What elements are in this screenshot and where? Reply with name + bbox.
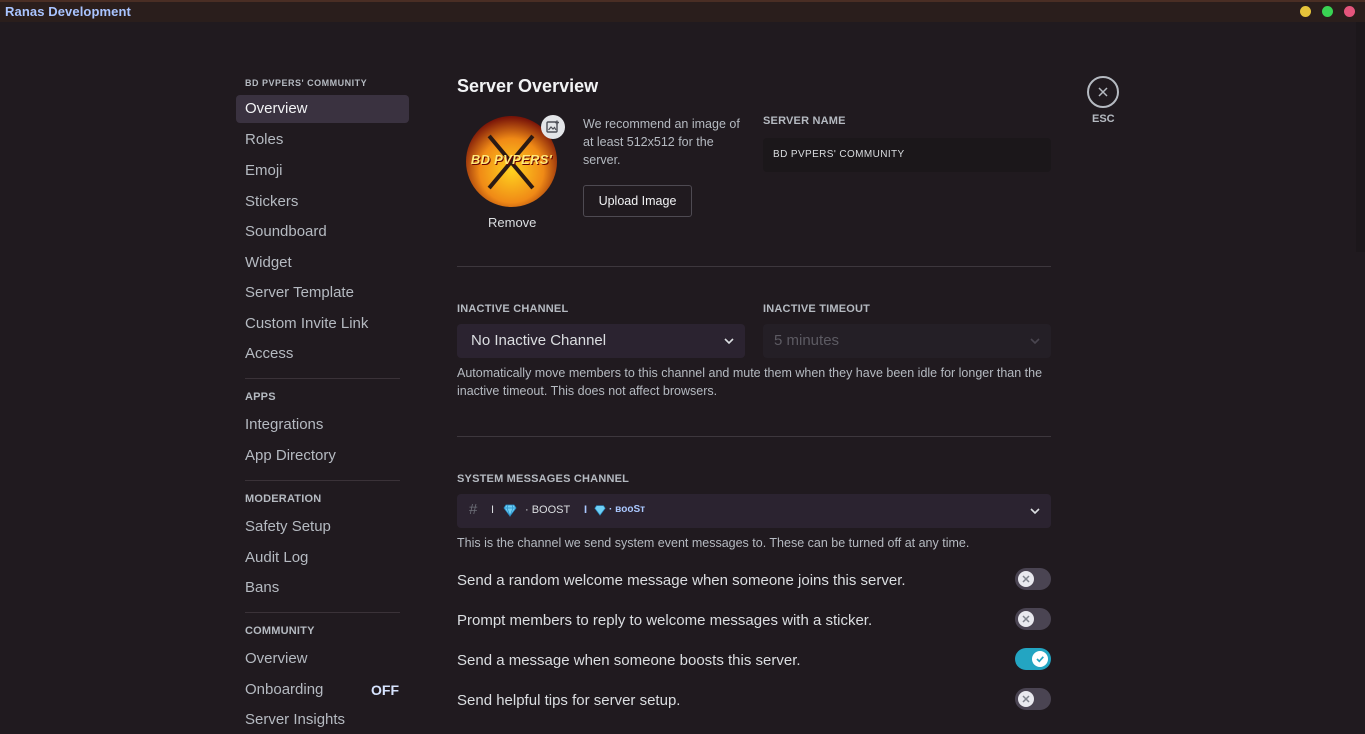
sidebar-item-soundboard[interactable]: Soundboard [236, 218, 409, 246]
remove-icon-link[interactable]: Remove [488, 215, 536, 230]
sidebar-item-bans[interactable]: Bans [236, 574, 409, 602]
chevron-down-icon [1030, 508, 1040, 515]
sidebar-item-server-insights[interactable]: Server Insights [236, 706, 409, 734]
inactive-timeout-value: 5 minutes [774, 332, 840, 349]
sidebar-divider [245, 480, 400, 481]
sidebar-item-community-overview[interactable]: Overview [236, 645, 409, 673]
sticker-reply-toggle[interactable] [1015, 608, 1051, 630]
icon-recommendation-text: We recommend an image of at least 512x51… [583, 117, 740, 167]
app-title: Ranas Development [5, 4, 131, 19]
toggle-row-welcome-message: Send a random welcome message when someo… [457, 568, 1051, 594]
channel-name-part: I [584, 504, 588, 516]
sidebar-item-safety-setup[interactable]: Safety Setup [236, 513, 409, 541]
channel-name-part: · BOOST [525, 504, 571, 516]
sidebar-item-stickers[interactable]: Stickers [236, 188, 409, 216]
sidebar-item-widget[interactable]: Widget [236, 249, 409, 277]
x-icon [1022, 695, 1030, 703]
sidebar-server-name: BD PVPERS' COMMUNITY [245, 78, 368, 88]
server-icon-text: BD PVPERS' [470, 152, 553, 167]
setup-tips-toggle[interactable] [1015, 688, 1051, 710]
section-divider [457, 266, 1051, 267]
minimize-button[interactable] [1300, 6, 1311, 17]
sidebar-item-server-template[interactable]: Server Template [236, 279, 409, 307]
sidebar-item-emoji[interactable]: Emoji [236, 157, 409, 185]
page-title: Server Overview [457, 76, 599, 96]
toggle-label: Send a message when someone boosts this … [457, 652, 801, 669]
scrollbar[interactable] [1356, 22, 1365, 252]
add-image-button[interactable] [541, 115, 565, 139]
sidebar-divider [245, 378, 400, 379]
sidebar-divider [245, 612, 400, 613]
title-bar: Ranas Development [0, 0, 1365, 22]
toggle-label: Send a random welcome message when someo… [457, 572, 906, 589]
channel-name-part: I [491, 504, 495, 516]
gem-icon [503, 504, 517, 517]
sidebar-item-onboarding[interactable]: Onboarding OFF [236, 676, 409, 704]
gem-icon [594, 505, 606, 516]
check-icon [1036, 656, 1044, 663]
x-icon [1022, 615, 1030, 623]
system-channel-select[interactable]: # I · BOOST I · ʙᴏᴏSᴛ [457, 494, 1051, 528]
sidebar-group-moderation: MODERATION [245, 493, 322, 505]
sidebar-group-community: COMMUNITY [245, 625, 315, 637]
close-window-button[interactable] [1344, 6, 1355, 17]
inactive-channel-value: No Inactive Channel [471, 332, 607, 349]
inactive-timeout-label: INACTIVE TIMEOUT [763, 303, 871, 315]
maximize-button[interactable] [1322, 6, 1333, 17]
sidebar-item-overview[interactable]: Overview [236, 95, 409, 123]
boost-message-toggle[interactable] [1015, 648, 1051, 670]
sidebar-group-apps: APPS [245, 391, 276, 403]
sidebar-item-app-directory[interactable]: App Directory [236, 442, 409, 470]
server-name-input[interactable]: BD PVPERS' COMMUNITY [763, 138, 1051, 172]
close-settings-button[interactable] [1087, 76, 1119, 108]
sidebar-item-access[interactable]: Access [236, 340, 409, 368]
toggle-row-sticker-reply: Prompt members to reply to welcome messa… [457, 608, 1051, 634]
onboarding-status-badge: OFF [371, 682, 399, 698]
inactive-channel-select[interactable]: No Inactive Channel [457, 324, 745, 358]
hash-icon: # [469, 501, 478, 518]
toggle-row-setup-tips: Send helpful tips for server setup. [457, 688, 1051, 714]
upload-image-button[interactable]: Upload Image [583, 185, 692, 217]
x-icon [1022, 575, 1030, 583]
section-divider [457, 436, 1051, 437]
system-help-text: This is the channel we send system event… [457, 536, 970, 550]
close-icon [1098, 87, 1108, 97]
inactive-channel-label: INACTIVE CHANNEL [457, 303, 569, 315]
system-channel-label: SYSTEM MESSAGES CHANNEL [457, 473, 630, 485]
channel-name-part: · ʙᴏᴏSᴛ [609, 504, 646, 515]
toggle-row-boost-message: Send a message when someone boosts this … [457, 648, 1051, 674]
sidebar-item-audit-log[interactable]: Audit Log [236, 544, 409, 572]
chevron-down-icon [1030, 338, 1040, 345]
chevron-down-icon [724, 338, 734, 345]
esc-label: ESC [1092, 113, 1115, 125]
sidebar-item-roles[interactable]: Roles [236, 126, 409, 154]
toggle-label: Prompt members to reply to welcome messa… [457, 612, 873, 629]
server-name-label: SERVER NAME [763, 115, 846, 127]
sidebar-item-integrations[interactable]: Integrations [236, 411, 409, 439]
welcome-message-toggle[interactable] [1015, 568, 1051, 590]
toggle-label: Send helpful tips for server setup. [457, 692, 681, 709]
add-image-icon [546, 120, 559, 133]
inactive-help-text: Automatically move members to this chann… [457, 366, 1043, 398]
inactive-timeout-select[interactable]: 5 minutes [763, 324, 1051, 358]
sidebar-item-label: Onboarding [245, 681, 324, 698]
sidebar-item-custom-invite-link[interactable]: Custom Invite Link [236, 310, 409, 338]
